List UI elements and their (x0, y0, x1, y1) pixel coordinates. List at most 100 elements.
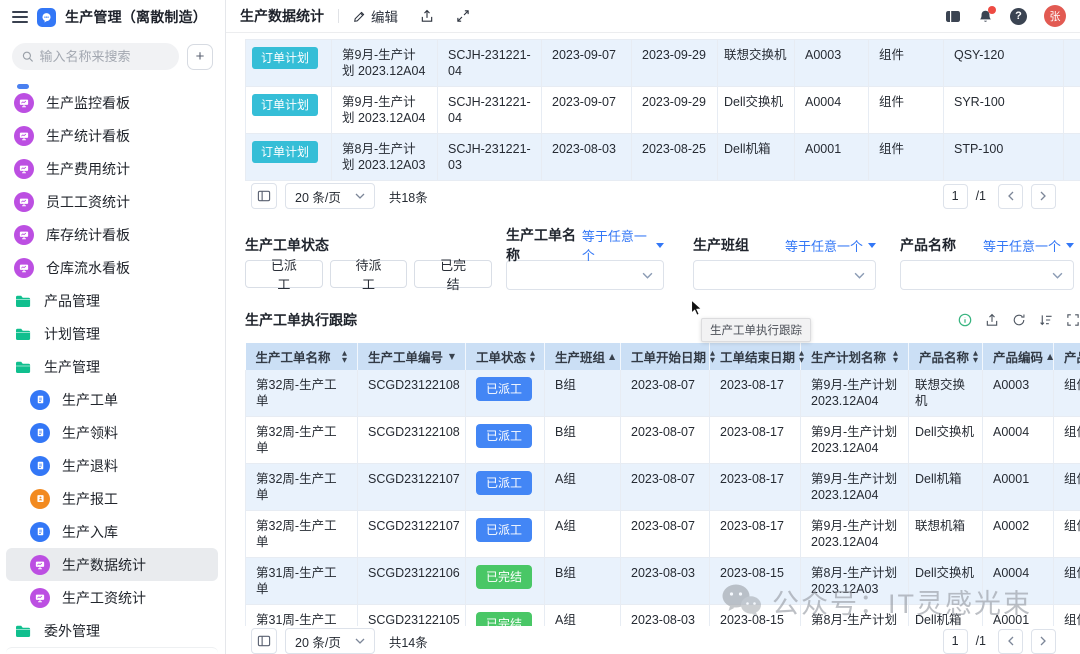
column-settings-button[interactable] (251, 628, 277, 654)
team-select[interactable] (693, 260, 876, 290)
refresh-button[interactable] (1012, 313, 1026, 327)
sort-settings-button[interactable] (1039, 313, 1053, 327)
table-row[interactable]: 第31周-生产工单 SCGD23122105 已完结 A组 2023-08-03… (246, 605, 1080, 627)
column-header-work-order-code[interactable]: 生产工单编号▼ (358, 343, 466, 370)
page-of: /1 (976, 189, 986, 203)
status-filter-dispatched[interactable]: 已派工 (245, 260, 323, 288)
page-size-select[interactable]: 20 条/页 (285, 183, 375, 209)
next-page-button[interactable] (1031, 184, 1056, 209)
table-row[interactable]: 第32周-生产工单 SCGD23122108 已派工 B组 2023-08-07… (246, 370, 1080, 417)
product-name-select[interactable] (900, 260, 1074, 290)
sidebar-item-production-material-return[interactable]: 生产退料 (6, 449, 218, 482)
share-button[interactable] (420, 9, 434, 23)
panel-toggle-button[interactable] (945, 9, 961, 24)
column-header-product-name[interactable]: 产品名称▲▼ (909, 343, 983, 370)
sort-both-icon: ▲▼ (342, 350, 347, 363)
sidebar-item-inventory-stats-board[interactable]: 库存统计看板 (6, 218, 218, 251)
column-header-plan-name[interactable]: 生产计划名称▲▼ (801, 343, 909, 370)
info-button[interactable] (958, 313, 972, 327)
prev-page-button[interactable] (998, 629, 1023, 654)
fullscreen-button[interactable] (456, 9, 470, 23)
table-row[interactable]: 第32周-生产工单 SCGD23122108 已派工 B组 2023-08-07… (246, 417, 1080, 464)
cell-plan: 第9月-生产计划 2023.12A04 (801, 511, 909, 558)
table-row[interactable]: 订单计划 第9月-生产计划 2023.12A04 SCJH-231221-04 … (246, 87, 1080, 134)
column-header-status[interactable]: 工单状态▲▼ (466, 343, 545, 370)
status-filter-completed[interactable]: 已完结 (414, 260, 492, 288)
cell-product-name: Dell机箱 (718, 134, 795, 181)
table-row[interactable]: 订单计划 第8月-生产计划 2023.12A03 SCJH-231221-03 … (246, 134, 1080, 181)
cell-product-spec: QSY-120 (944, 40, 1064, 87)
sidebar-header: 生产管理（离散制造） (0, 0, 225, 34)
cell-name: 第32周-生产工单 (246, 511, 358, 558)
cell-name: 第31周-生产工单 (246, 558, 358, 605)
cell-team: B组 (545, 417, 621, 464)
column-header-team[interactable]: 生产班组▲ (545, 343, 621, 370)
column-header-end-date[interactable]: 工单结束日期▲▼ (710, 343, 801, 370)
sidebar-item-production-management[interactable]: 生产管理 (6, 350, 218, 383)
notifications-button[interactable] (978, 9, 993, 24)
sidebar-search[interactable] (12, 43, 179, 70)
sidebar-item-product-management[interactable]: 产品管理 (6, 284, 218, 317)
expand-button[interactable] (1066, 313, 1080, 327)
help-icon[interactable]: ? (1010, 8, 1027, 25)
table-row[interactable]: 第32周-生产工单 SCGD23122107 已派工 A组 2023-08-07… (246, 511, 1080, 558)
sidebar-item-label: 生产工资统计 (62, 588, 146, 608)
filter-group-status: 生产工单状态 已派工 待派工 已完结 (245, 237, 492, 288)
page-size-select[interactable]: 20 条/页 (285, 628, 375, 654)
sidebar-item-warehouse-flow-board[interactable]: 仓库流水看板 (6, 251, 218, 284)
filter-operator[interactable]: 等于任意一个 (785, 236, 876, 255)
column-header-start-date[interactable]: 工单开始日期▲▼ (621, 343, 710, 370)
column-header-product-type[interactable]: 产品类型 (1054, 343, 1080, 370)
sidebar-item-outsourcing-management[interactable]: 委外管理 (6, 614, 218, 647)
next-page-button[interactable] (1031, 629, 1056, 654)
status-filter-pending[interactable]: 待派工 (330, 260, 408, 288)
cell-empty (1064, 40, 1080, 87)
cell-product-code: A0001 (795, 134, 869, 181)
table-row[interactable]: 第32周-生产工单 SCGD23122107 已派工 A组 2023-08-07… (246, 464, 1080, 511)
sidebar-item-production-salary-stats[interactable]: 生产工资统计 (6, 581, 218, 614)
user-avatar[interactable]: 张 (1044, 5, 1066, 27)
table-row[interactable]: 第31周-生产工单 SCGD23122106 已完结 B组 2023-08-03… (246, 558, 1080, 605)
sort-icon (1039, 313, 1053, 327)
column-header-product-code[interactable]: 产品编码▲ (983, 343, 1054, 370)
current-page[interactable]: 1 (943, 629, 968, 654)
prev-page-button[interactable] (998, 184, 1023, 209)
filter-operator[interactable]: 等于任意一个 (582, 226, 664, 264)
sidebar-item-label: 生产领料 (62, 423, 118, 443)
cell-code: SCGD23122107 (358, 464, 466, 511)
status-badge: 已派工 (476, 377, 532, 401)
sidebar: 生产管理（离散制造） + 生产监控看板 生产统计看板 生产费用统计 员工工资统计… (0, 0, 226, 654)
filter-operator[interactable]: 等于任意一个 (983, 236, 1074, 255)
cell-start-date: 2023-08-03 (542, 134, 632, 181)
sidebar-item-plan-management[interactable]: 计划管理 (6, 317, 218, 350)
current-page[interactable]: 1 (943, 184, 968, 209)
sidebar-item-production-work-report[interactable]: 生产报工 (6, 482, 218, 515)
table-row[interactable]: 订单计划 第9月-生产计划 2023.12A04 SCJH-231221-04 … (246, 40, 1080, 87)
edit-button[interactable]: 编辑 (353, 6, 398, 26)
column-settings-button[interactable] (251, 183, 277, 209)
filter-group-team: 生产班组 等于任意一个 (693, 237, 876, 290)
sidebar-item-production-monitor-board[interactable]: 生产监控看板 (6, 86, 218, 119)
sidebar-item-production-warehousing[interactable]: 生产入库 (6, 515, 218, 548)
sidebar-item-production-material-request[interactable]: 生产领料 (6, 416, 218, 449)
filter-label: 生产班组 (693, 235, 749, 255)
column-header-work-order-name[interactable]: 生产工单名称▲▼ (246, 343, 358, 370)
cell-product-code: A0001 (983, 605, 1054, 627)
search-input[interactable] (39, 49, 169, 64)
export-button[interactable] (985, 313, 999, 327)
sidebar-item-production-stats-board[interactable]: 生产统计看板 (6, 119, 218, 152)
cell-name: 第31周-生产工单 (246, 605, 358, 627)
sidebar-item-label: 生产工单 (62, 390, 118, 410)
sidebar-item-production-work-order[interactable]: 生产工单 (6, 383, 218, 416)
add-button[interactable]: + (187, 44, 213, 70)
cell-end-date: 2023-08-17 (710, 511, 801, 558)
sidebar-item-admin-console[interactable]: 管理后台 (6, 647, 218, 654)
sidebar-item-production-data-stats[interactable]: 生产数据统计 (6, 548, 218, 581)
menu-collapse-icon[interactable] (12, 11, 28, 23)
sidebar-item-production-cost-stats[interactable]: 生产费用统计 (6, 152, 218, 185)
sidebar-item-employee-salary-stats[interactable]: 员工工资统计 (6, 185, 218, 218)
cell-name: 第32周-生产工单 (246, 370, 358, 417)
page-title: 生产数据统计 (240, 6, 324, 26)
cell-start-date: 2023-08-03 (621, 558, 710, 605)
upload-icon (985, 313, 999, 327)
